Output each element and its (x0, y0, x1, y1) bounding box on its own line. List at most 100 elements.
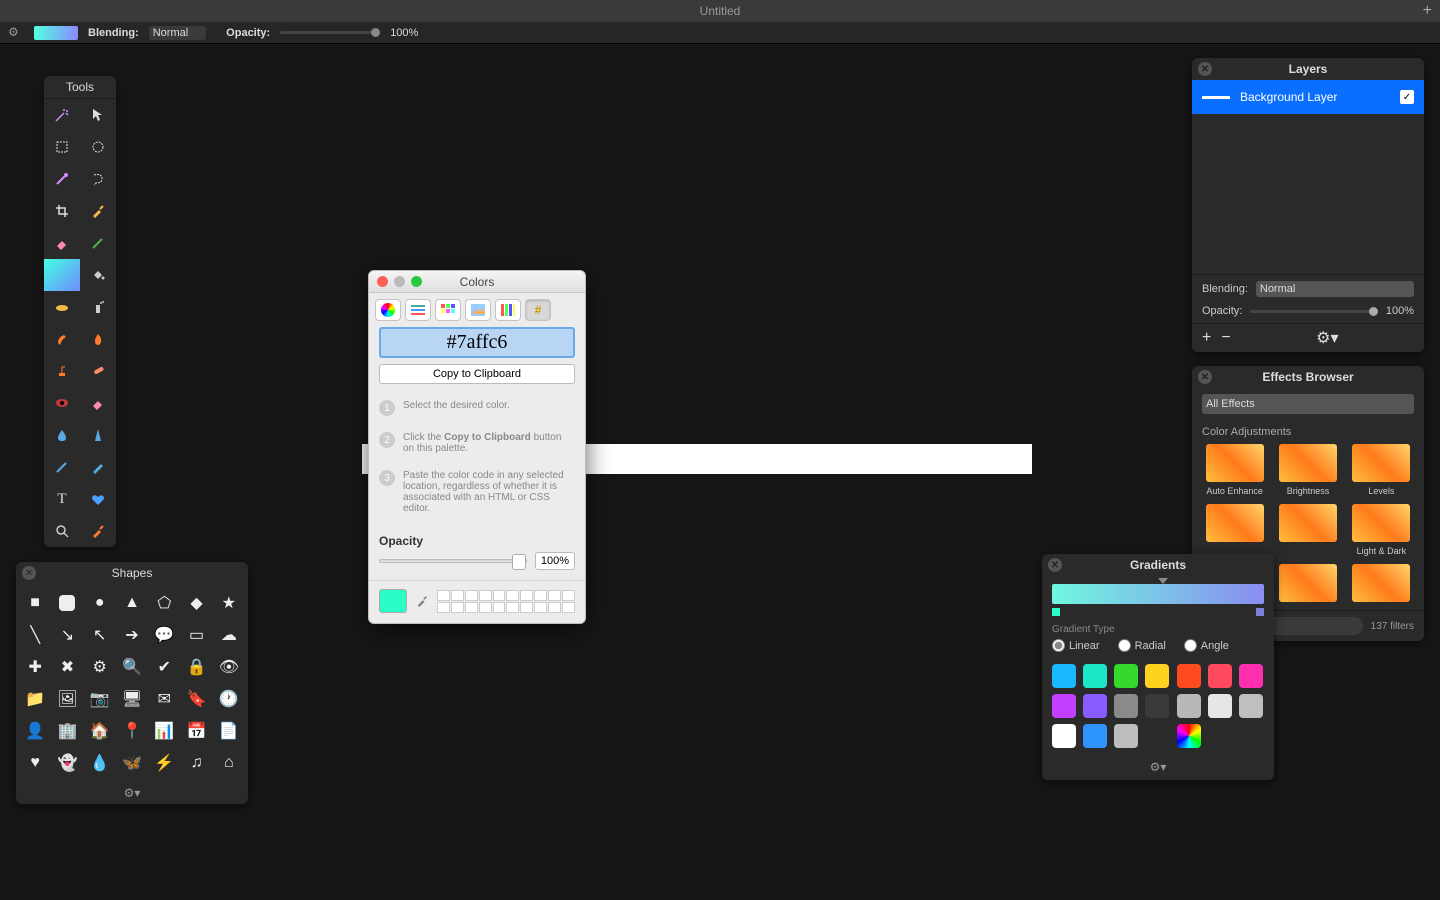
tool-smudge[interactable] (44, 323, 80, 355)
traffic-lights[interactable] (377, 276, 422, 287)
tool-paint-bucket[interactable] (80, 259, 116, 291)
shape-folder[interactable]: 📁 (22, 686, 48, 712)
shape-user[interactable]: 👤 (22, 718, 48, 744)
gradient-swatch[interactable] (1145, 724, 1169, 748)
layer-row[interactable]: Background Layer ✓ (1192, 80, 1424, 114)
effects-filter-select[interactable]: All Effects (1202, 394, 1414, 414)
gradient-swatch[interactable] (1239, 694, 1263, 718)
shape-building[interactable]: 🏢 (54, 718, 80, 744)
blending-select[interactable]: Normal (149, 26, 206, 40)
shape-star[interactable]: ★ (216, 590, 242, 616)
color-hex-tab[interactable]: # (525, 299, 551, 321)
shape-gear[interactable]: ⚙ (87, 654, 113, 680)
tool-lasso[interactable] (44, 163, 80, 195)
gradient-swatch[interactable] (1114, 694, 1138, 718)
gradient-type-angle[interactable]: Angle (1184, 639, 1229, 652)
shape-music[interactable]: ♫ (183, 750, 209, 776)
tool-brush[interactable] (80, 227, 116, 259)
effect-item[interactable] (1202, 504, 1267, 556)
layer-opacity-slider[interactable] (1250, 310, 1378, 313)
gear-icon[interactable]: ⚙ (8, 25, 24, 41)
effect-item[interactable] (1349, 564, 1414, 606)
shape-diamond[interactable]: ◆ (183, 590, 209, 616)
colors-titlebar[interactable]: Colors (369, 271, 585, 293)
shape-square[interactable]: ■ (22, 590, 48, 616)
gradient-swatch[interactable] (1145, 694, 1169, 718)
tool-shape-circle[interactable] (44, 291, 80, 323)
hex-input[interactable] (379, 327, 575, 358)
shape-lock[interactable]: 🔒 (183, 654, 209, 680)
shape-triangle[interactable]: ▲ (119, 590, 145, 616)
add-tab-button[interactable]: + (1423, 2, 1432, 20)
tool-gradient[interactable] (44, 259, 80, 291)
shape-arrow-diag2[interactable]: ↖ (87, 622, 113, 648)
gradient-swatch[interactable] (1177, 694, 1201, 718)
gradient-swatch[interactable] (1052, 694, 1076, 718)
shape-plus[interactable]: ✚ (22, 654, 48, 680)
tool-heart[interactable] (80, 483, 116, 515)
eyedropper-icon[interactable] (413, 592, 431, 610)
remove-layer-button[interactable]: − (1221, 329, 1230, 347)
close-icon[interactable]: ✕ (1048, 558, 1062, 572)
shape-arrow-diag[interactable]: ↘ (54, 622, 80, 648)
color-wheel-tab[interactable] (375, 299, 401, 321)
shape-check[interactable]: ✔ (151, 654, 177, 680)
shape-speech-rect[interactable]: ▭ (183, 622, 209, 648)
shape-ghost[interactable]: 👻 (54, 750, 80, 776)
shape-circle[interactable]: ● (87, 590, 113, 616)
add-layer-button[interactable]: + (1202, 329, 1211, 347)
gradient-swatch[interactable] (1208, 664, 1232, 688)
shape-home[interactable]: 🏠 (87, 718, 113, 744)
tool-heal[interactable] (80, 355, 116, 387)
tool-lasso-poly[interactable] (80, 163, 116, 195)
gradient-swatch[interactable] (1052, 664, 1076, 688)
color-image-tab[interactable] (465, 299, 491, 321)
gradient-swatch[interactable] (1145, 664, 1169, 688)
zoom-window-icon[interactable] (411, 276, 422, 287)
tool-eraser[interactable] (44, 227, 80, 259)
color-sliders-tab[interactable] (405, 299, 431, 321)
gradient-type-radial[interactable]: Radial (1118, 639, 1166, 652)
shape-monitor[interactable]: 🖥 (119, 686, 145, 712)
shape-pin[interactable]: 📍 (119, 718, 145, 744)
gradient-swatch[interactable] (1083, 724, 1107, 748)
shape-pentagon[interactable]: ⬠ (151, 590, 177, 616)
shape-bookmark[interactable]: 🔖 (183, 686, 209, 712)
tool-redeye[interactable] (44, 387, 80, 419)
shape-speech[interactable]: 💬 (151, 622, 177, 648)
tool-pencil[interactable] (80, 451, 116, 483)
gradient-swatch[interactable] (1083, 694, 1107, 718)
gradient-swatch[interactable] (1114, 724, 1138, 748)
shape-clock[interactable]: 🕐 (216, 686, 242, 712)
close-icon[interactable]: ✕ (22, 566, 36, 580)
tool-gradient-eraser[interactable] (80, 387, 116, 419)
effect-item[interactable]: Levels (1349, 444, 1414, 496)
close-window-icon[interactable] (377, 276, 388, 287)
gradient-stops[interactable] (1052, 608, 1264, 616)
effect-item[interactable]: Brightness (1275, 444, 1340, 496)
tool-burn[interactable] (80, 323, 116, 355)
shape-calendar[interactable]: 📅 (183, 718, 209, 744)
tool-spray[interactable] (80, 291, 116, 323)
tool-eyedropper[interactable] (80, 195, 116, 227)
tool-color-picker[interactable] (80, 515, 116, 547)
close-icon[interactable]: ✕ (1198, 370, 1212, 384)
shape-cloud[interactable]: ☁ (216, 622, 242, 648)
gradient-swatch[interactable] (1083, 664, 1107, 688)
tool-blur[interactable] (44, 419, 80, 451)
shapes-settings-button[interactable]: ⚙▾ (16, 782, 248, 804)
minimize-window-icon[interactable] (394, 276, 405, 287)
effect-item[interactable]: Light & Dark (1349, 504, 1414, 556)
effect-item[interactable] (1275, 564, 1340, 606)
tool-text[interactable]: T (44, 483, 80, 515)
gradient-stop-right[interactable] (1256, 608, 1264, 616)
shape-mail[interactable]: ✉ (151, 686, 177, 712)
shape-magnify[interactable]: 🔍 (119, 654, 145, 680)
layer-settings-button[interactable]: ⚙▾ (1316, 328, 1338, 348)
tool-crop[interactable] (44, 195, 80, 227)
tool-pen[interactable] (44, 451, 80, 483)
gradient-swatch[interactable] (1052, 724, 1076, 748)
close-icon[interactable]: ✕ (1198, 62, 1212, 76)
shape-heart[interactable]: ♥ (22, 750, 48, 776)
opacity-slider[interactable] (280, 31, 380, 34)
